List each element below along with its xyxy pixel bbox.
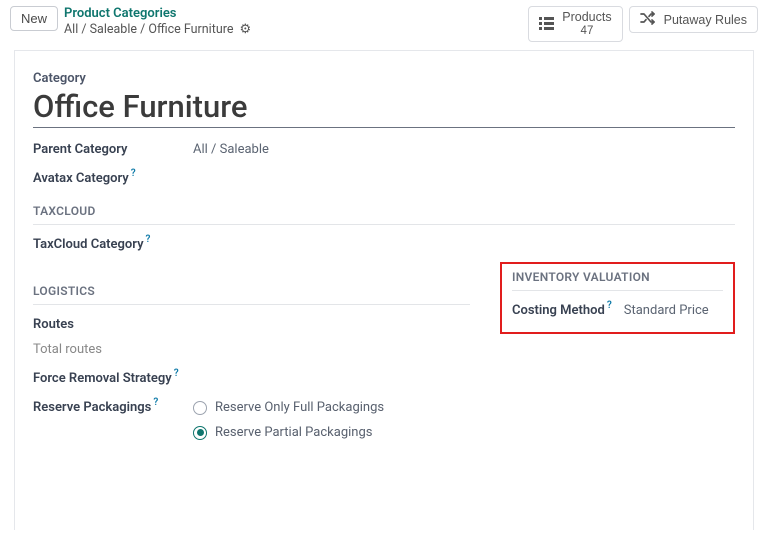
parent-category-value[interactable]: All / Saleable: [193, 142, 269, 157]
costing-value[interactable]: Standard Price: [624, 303, 709, 318]
reserve-row: Reserve Packagings ? Reserve Only Full P…: [33, 400, 470, 440]
shuffle-icon: [640, 11, 656, 28]
removal-label: Force Removal Strategy ?: [33, 371, 179, 386]
new-button[interactable]: New: [10, 6, 58, 31]
help-icon[interactable]: ?: [174, 368, 179, 379]
taxcloud-row: TaxCloud Category ?: [33, 237, 735, 252]
taxcloud-label-text: TaxCloud Category: [33, 237, 144, 252]
breadcrumb: Product Categories All / Saleable / Offi…: [64, 6, 251, 37]
reserve-radio-group: Reserve Only Full Packagings Reserve Par…: [193, 400, 384, 440]
reserve-label-text: Reserve Packagings: [33, 400, 151, 415]
radio-icon: [193, 426, 207, 440]
avatax-row: Avatax Category ?: [33, 171, 735, 186]
radio-icon: [193, 401, 207, 415]
parent-category-label: Parent Category: [33, 142, 173, 157]
reserve-partial-option[interactable]: Reserve Partial Packagings: [193, 425, 384, 440]
section-valuation: INVENTORY VALUATION: [512, 270, 723, 291]
putaway-label: Putaway Rules: [664, 13, 747, 27]
reserve-full-label: Reserve Only Full Packagings: [215, 400, 384, 415]
products-count: 47: [562, 25, 611, 38]
removal-row: Force Removal Strategy ?: [33, 371, 470, 386]
reserve-full-option[interactable]: Reserve Only Full Packagings: [193, 400, 384, 415]
parent-category-row: Parent Category All / Saleable: [33, 142, 735, 157]
routes-row: Routes: [33, 317, 470, 332]
putaway-button[interactable]: Putaway Rules: [629, 6, 758, 33]
avatax-label-text: Avatax Category: [33, 171, 129, 186]
breadcrumb-path: All / Saleable / Office Furniture ⚙: [64, 22, 251, 37]
list-icon: [539, 16, 554, 33]
category-title[interactable]: Office Furniture: [33, 88, 735, 128]
form-sheet: Category Office Furniture Parent Categor…: [14, 50, 754, 530]
products-button[interactable]: Products 47: [528, 6, 622, 42]
products-label: Products: [562, 11, 611, 25]
breadcrumb-path-text: All / Saleable / Office Furniture: [64, 22, 233, 37]
reserve-partial-label: Reserve Partial Packagings: [215, 425, 372, 440]
taxcloud-label: TaxCloud Category ?: [33, 237, 173, 252]
category-field-label: Category: [33, 71, 735, 86]
routes-total[interactable]: Total routes: [33, 342, 470, 357]
logistics-column: LOGISTICS Routes Total routes Force Remo…: [33, 266, 470, 440]
gear-icon[interactable]: ⚙: [239, 22, 251, 37]
help-icon[interactable]: ?: [607, 300, 612, 311]
costing-label-text: Costing Method: [512, 303, 605, 318]
valuation-highlight: INVENTORY VALUATION Costing Method ? Sta…: [500, 262, 735, 334]
help-icon[interactable]: ?: [153, 397, 158, 408]
section-logistics: LOGISTICS: [33, 284, 470, 305]
avatax-label: Avatax Category ?: [33, 171, 173, 186]
breadcrumb-title[interactable]: Product Categories: [64, 6, 251, 22]
help-icon[interactable]: ?: [146, 234, 151, 245]
top-bar: New Product Categories All / Saleable / …: [0, 0, 768, 50]
reserve-label: Reserve Packagings ?: [33, 400, 193, 415]
help-icon[interactable]: ?: [131, 168, 136, 179]
costing-row: Costing Method ? Standard Price: [512, 303, 723, 318]
routes-label: Routes: [33, 317, 173, 332]
costing-label: Costing Method ?: [512, 303, 612, 318]
removal-label-text: Force Removal Strategy: [33, 371, 172, 386]
section-taxcloud: TAXCLOUD: [33, 204, 735, 225]
